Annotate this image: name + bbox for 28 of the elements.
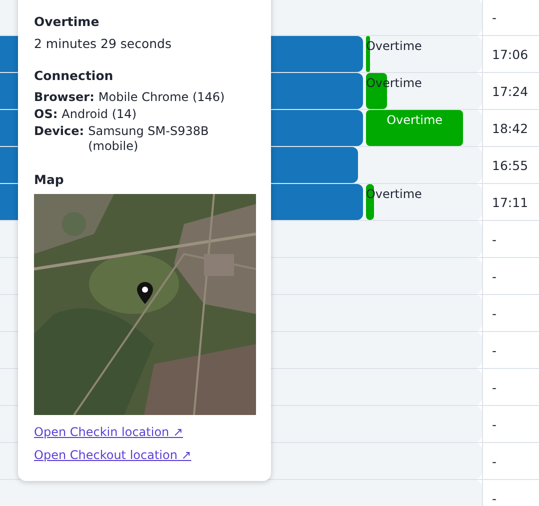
field-value: Samsung SM-S938B (mobile)	[88, 124, 210, 154]
time-cell: -	[482, 221, 539, 257]
location-link[interactable]: Open Checkin location ↗	[34, 421, 184, 444]
time-cell: -	[482, 443, 539, 479]
map-pin-icon	[137, 282, 153, 304]
time-cell: -	[482, 0, 539, 35]
time-cell: -	[482, 406, 539, 442]
location-link[interactable]: Open Checkout location ↗	[34, 444, 192, 467]
field-value: Mobile Chrome (146)	[98, 90, 225, 105]
section-heading: Connection	[34, 68, 114, 83]
field-label: Browser:	[34, 90, 94, 105]
field-label: Device:	[34, 124, 84, 140]
time-cell: -	[482, 480, 539, 506]
time-cell: 17:24	[482, 73, 539, 109]
time-cell: -	[482, 332, 539, 368]
time-cell: -	[482, 258, 539, 294]
time-cell: 17:06	[482, 36, 539, 72]
time-cell: -	[482, 369, 539, 405]
overtime-label: Overtime	[386, 113, 444, 128]
section-heading: Map	[34, 172, 65, 187]
field-value: Android (14)	[62, 107, 136, 122]
section-heading: Overtime	[34, 14, 100, 29]
time-cell: 16:55	[482, 147, 539, 183]
time-cell: 17:11	[482, 184, 539, 220]
time-cell: -	[482, 295, 539, 331]
time-cell: 18:42	[482, 110, 539, 146]
overtime-value: 2 minutes 29 seconds	[34, 36, 172, 51]
field-label: OS:	[34, 107, 58, 122]
